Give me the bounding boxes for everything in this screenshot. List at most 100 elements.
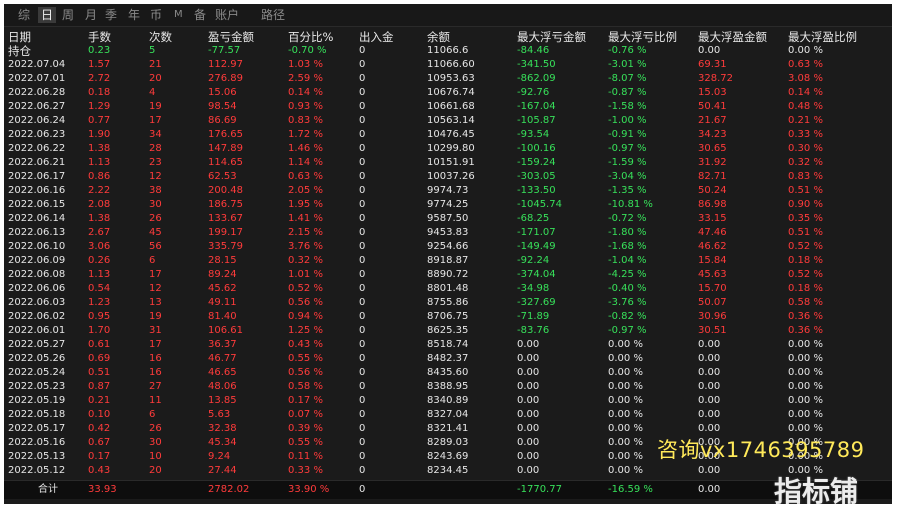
cell-max-float-loss-pct: -3.76 %	[608, 297, 647, 308]
cell-max-float-loss-pct: 0.00 %	[608, 409, 643, 420]
cell-pnl: 27.44	[208, 465, 237, 476]
cell-max-float-profit: 0.00	[698, 409, 721, 420]
cell-lots: 1.38	[88, 213, 111, 224]
cell-balance: 8625.35	[427, 325, 469, 336]
cell-date: 2022.05.16	[8, 437, 66, 448]
tab-8[interactable]: 备	[194, 7, 206, 23]
tab-4[interactable]: 季	[105, 7, 117, 23]
table-row: 2022.06.13 2.67 45 199.17 2.15 % 0 9453.83 -171…	[4, 226, 892, 240]
cell-max-float-profit-pct: 0.00 %	[788, 353, 823, 364]
cell-max-float-loss: -84.46	[517, 45, 550, 56]
table-row: 2022.07.01 2.72 20 276.89 2.59 % 0 10953.63 -86…	[4, 72, 892, 86]
cell-trades: 17	[149, 339, 162, 350]
cell-percent: 1.25 %	[288, 325, 323, 336]
cell-max-float-profit: 50.07	[698, 297, 727, 308]
cell-max-float-loss-pct: -1.68 %	[608, 241, 647, 252]
cell-percent: 1.03 %	[288, 59, 323, 70]
cell-max-float-loss-pct: 0.00 %	[608, 339, 643, 350]
cell-date: 2022.06.03	[8, 297, 66, 308]
cell-percent: 0.93 %	[288, 101, 323, 112]
tab-1[interactable]: 日	[38, 7, 57, 23]
cell-deposit: 0	[359, 241, 366, 252]
cell-date: 2022.06.09	[8, 255, 66, 266]
cell-trades: 16	[149, 367, 162, 378]
cell-max-float-profit-pct: 0.35 %	[788, 213, 823, 224]
cell-date: 2022.07.04	[8, 59, 66, 70]
cell-max-float-loss: 0.00	[517, 381, 540, 392]
cell-deposit: 0	[359, 101, 366, 112]
cell-percent: 2.15 %	[288, 227, 323, 238]
cell-percent: 0.11 %	[288, 451, 323, 462]
tab-2[interactable]: 周	[62, 7, 74, 23]
table-row: 2022.06.03 1.23 13 49.11 0.56 % 0 8755.86 -327.…	[4, 296, 892, 310]
cell-lots: 0.10	[88, 409, 111, 420]
cell-max-float-profit: 0.00	[698, 381, 721, 392]
cell-max-float-loss: -167.04	[517, 101, 556, 112]
cell-deposit: 0	[359, 437, 366, 448]
tab-0[interactable]: 综	[18, 7, 30, 23]
cell-lots: 0.95	[88, 311, 111, 322]
cell-deposit: 0	[359, 87, 366, 98]
cell-date: 2022.06.28	[8, 87, 66, 98]
cell-lots: 1.13	[88, 157, 111, 168]
cell-max-float-loss-pct: 0.00 %	[608, 353, 643, 364]
cell-trades: 19	[149, 311, 162, 322]
cell-max-float-loss: -374.04	[517, 269, 556, 280]
cell-percent: 0.07 %	[288, 409, 323, 420]
cell-max-float-loss: 0.00	[517, 451, 540, 462]
cell-max-float-profit: 50.41	[698, 101, 727, 112]
cell-max-float-loss-pct: -0.87 %	[608, 87, 647, 98]
header-max-float-profit-pct: 最大浮盈比例	[788, 30, 857, 44]
cell-lots: 2.22	[88, 185, 111, 196]
cell-max-float-loss: -1045.74	[517, 199, 562, 210]
cell-lots: 1.57	[88, 59, 111, 70]
cell-trades: 16	[149, 353, 162, 364]
table-row: 2022.06.10 3.06 56 335.79 3.76 % 0 9254.66 -149…	[4, 240, 892, 254]
cell-max-float-loss-pct: 0.00 %	[608, 465, 643, 476]
cell-max-float-profit-pct: 0.51 %	[788, 227, 823, 238]
cell-trades: 38	[149, 185, 162, 196]
total-percent: 33.90 %	[288, 484, 330, 495]
cell-lots: 0.69	[88, 353, 111, 364]
tab-10[interactable]: 路径	[261, 7, 285, 23]
cell-max-float-profit: 31.92	[698, 157, 727, 168]
header-max-float-loss-pct: 最大浮亏比例	[608, 30, 677, 44]
tab-6[interactable]: 币	[150, 7, 162, 23]
cell-deposit: 0	[359, 45, 366, 56]
cell-percent: 2.59 %	[288, 73, 323, 84]
tab-3[interactable]: 月	[85, 7, 97, 23]
cell-balance: 8518.74	[427, 339, 469, 350]
cell-max-float-profit: 0.00	[698, 339, 721, 350]
tab-5[interactable]: 年	[128, 7, 140, 23]
cell-percent: 0.14 %	[288, 87, 323, 98]
cell-max-float-profit-pct: 0.00 %	[788, 395, 823, 406]
cell-percent: 0.32 %	[288, 255, 323, 266]
table-row: 2022.05.27 0.61 17 36.37 0.43 % 0 8518.74 0.00 0…	[4, 338, 892, 352]
cell-deposit: 0	[359, 269, 366, 280]
cell-date: 2022.06.21	[8, 157, 66, 168]
cell-max-float-profit-pct: 0.00 %	[788, 367, 823, 378]
cell-max-float-loss-pct: 0.00 %	[608, 423, 643, 434]
cell-deposit: 0	[359, 423, 366, 434]
cell-lots: 1.90	[88, 129, 111, 140]
cell-date: 2022.06.14	[8, 213, 66, 224]
cell-trades: 5	[149, 45, 156, 56]
cell-max-float-loss: -93.54	[517, 129, 550, 140]
cell-date: 2022.06.27	[8, 101, 66, 112]
tab-7[interactable]: M	[174, 7, 183, 23]
cell-max-float-profit-pct: 0.36 %	[788, 325, 823, 336]
cell-max-float-loss-pct: -3.01 %	[608, 59, 647, 70]
cell-max-float-profit: 0.00	[698, 395, 721, 406]
cell-max-float-profit-pct: 0.00 %	[788, 339, 823, 350]
cell-lots: 2.67	[88, 227, 111, 238]
cell-date: 2022.05.27	[8, 339, 66, 350]
cell-date: 2022.06.01	[8, 325, 66, 336]
cell-date: 2022.06.08	[8, 269, 66, 280]
cell-trades: 56	[149, 241, 162, 252]
cell-max-float-loss-pct: -3.04 %	[608, 171, 647, 182]
cell-deposit: 0	[359, 409, 366, 420]
cell-max-float-loss-pct: -0.76 %	[608, 45, 647, 56]
cell-percent: 0.39 %	[288, 423, 323, 434]
tab-9[interactable]: 账户	[215, 7, 239, 23]
period-tab-bar: 综日周月季年币 M 备账户 路径	[4, 4, 892, 27]
